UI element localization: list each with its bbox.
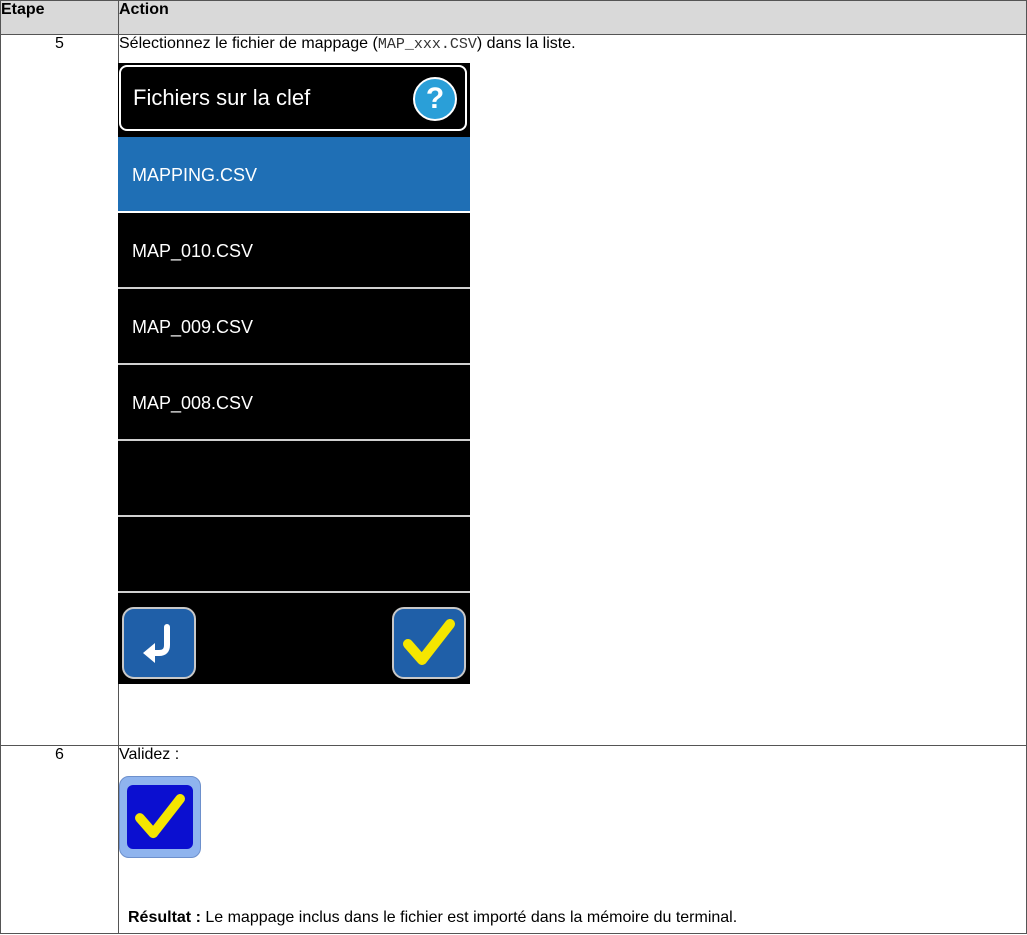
file-name: MAP_008.CSV (132, 393, 254, 413)
file-list-item-empty[interactable] (118, 517, 470, 593)
file-list: MAPPING.CSV MAP_010.CSV MAP_009.CSV MAP_… (118, 137, 470, 593)
file-list-item[interactable]: MAP_008.CSV (118, 365, 470, 441)
result-text: Résultat : Le mappage inclus dans le fic… (128, 909, 737, 927)
instruction-prefix: Sélectionnez le fichier de mappage ( (119, 35, 378, 52)
file-list-item[interactable]: MAPPING.CSV (118, 137, 470, 213)
file-pattern-code: MAP_xxx.CSV (377, 36, 477, 53)
checkmark-glyph (135, 793, 185, 839)
file-name: MAPPING.CSV (132, 165, 258, 185)
return-arrow-icon (143, 624, 170, 663)
step-number-5: 5 (0, 34, 119, 746)
header-action: Action (118, 0, 1027, 35)
file-name: MAP_009.CSV (132, 317, 254, 337)
checkmark-icon (403, 619, 455, 665)
instruction-suffix: ) dans la liste. (476, 35, 576, 52)
screen-title: Fichiers sur la clef (133, 85, 311, 110)
file-list-item[interactable]: MAP_010.CSV (118, 213, 470, 289)
result-label: Résultat : (128, 909, 201, 926)
step-number-6: 6 (0, 745, 119, 934)
result-description: Le mappage inclus dans le fichier est im… (200, 909, 738, 926)
screen-titlebar: Fichiers sur la clef ? (119, 65, 467, 131)
ok-button[interactable] (392, 607, 466, 679)
validate-checkmark-icon (119, 776, 201, 858)
file-list-item-empty[interactable] (118, 441, 470, 517)
steps-table: Etape Action 5 Sélectionnez le fichier d… (0, 0, 1027, 934)
device-screen: Fichiers sur la clef ? MAPPING.CSV MAP_0… (118, 63, 470, 684)
instruction-text: Sélectionnez le fichier de mappage (MAP_… (119, 35, 1026, 53)
action-cell-6: Validez : Résultat : Le mappage inclus d… (118, 745, 1027, 934)
header-step: Etape (0, 0, 119, 35)
file-name: MAP_010.CSV (132, 241, 254, 261)
back-button[interactable] (122, 607, 196, 679)
validate-text: Validez : (119, 746, 180, 763)
file-list-item[interactable]: MAP_009.CSV (118, 289, 470, 365)
action-cell-5: Sélectionnez le fichier de mappage (MAP_… (118, 34, 1027, 746)
question-mark-icon[interactable]: ? (413, 77, 457, 121)
